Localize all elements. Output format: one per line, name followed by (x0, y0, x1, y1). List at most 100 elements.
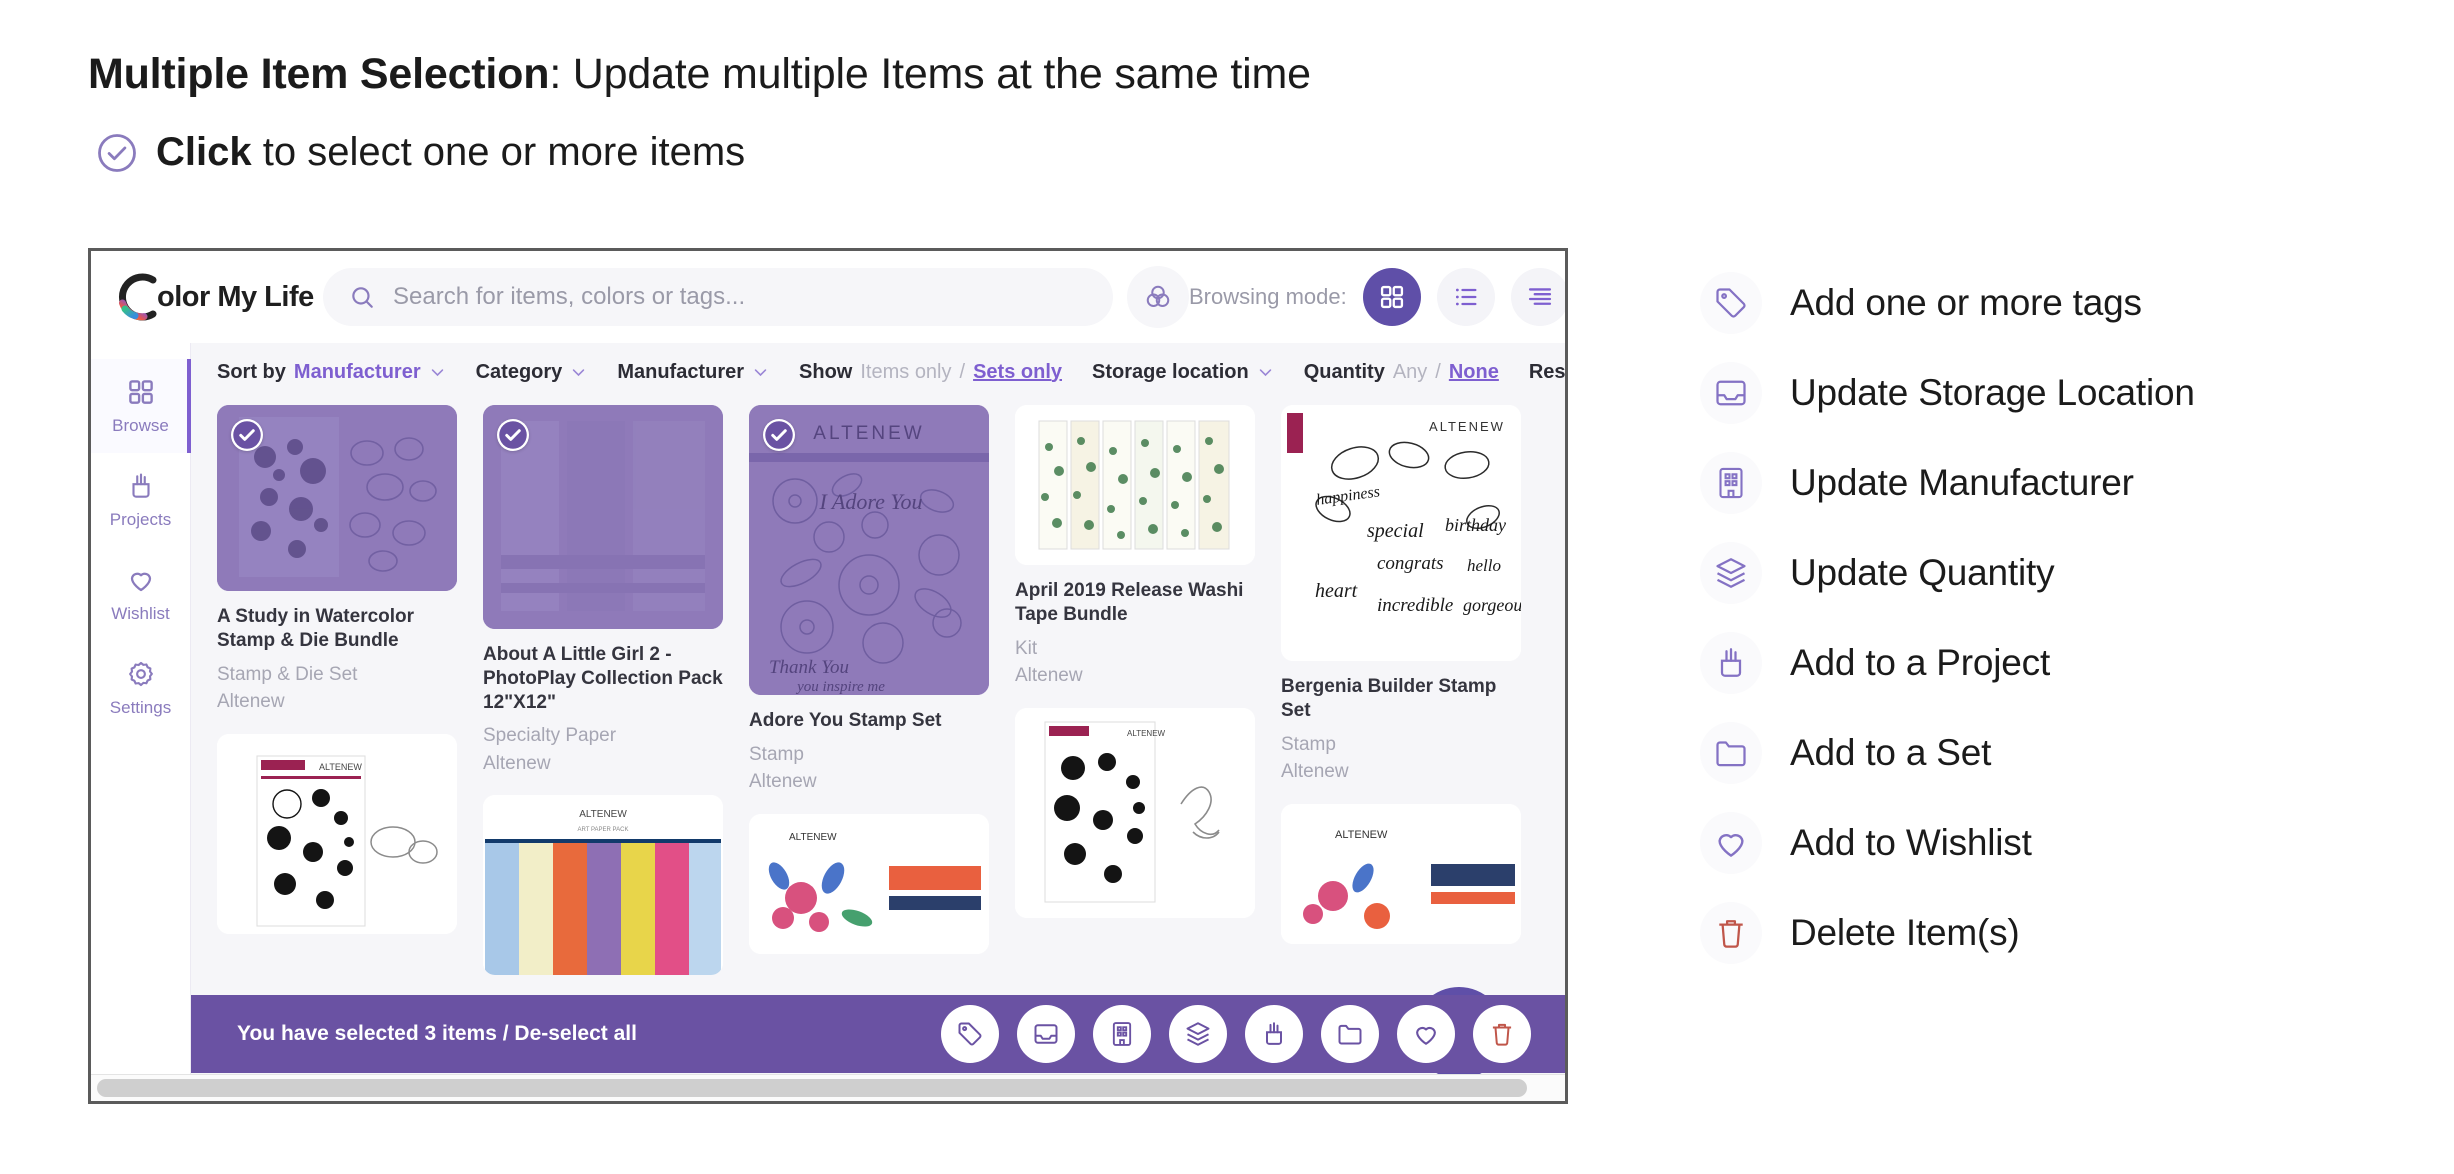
selection-status-text[interactable]: You have selected 3 items / De-select al… (237, 1022, 637, 1046)
show-label: Show (799, 360, 853, 383)
filter-quantity[interactable]: Quantity Any / None (1304, 361, 1499, 384)
legend-item-delete-items: Delete Item(s) (1700, 888, 2195, 978)
item-brand: Altenew (217, 691, 285, 713)
sidebar-label-settings: Settings (109, 697, 172, 717)
show-option-sets-only[interactable]: Sets only (973, 361, 1062, 384)
legend-label: Add to a Set (1790, 732, 1992, 773)
item-card[interactable]: ALTENEW (1281, 803, 1521, 944)
legend-item-add-to-wishlist: Add to Wishlist (1700, 798, 2195, 888)
show-separator: / (959, 360, 966, 383)
item-card[interactable]: ALTENEW ART PAPER PACK (483, 795, 723, 976)
logo-text: olor My Life (157, 280, 314, 313)
horizontal-scrollbar[interactable] (91, 1074, 1565, 1101)
show-option-items-only[interactable]: Items only (860, 361, 951, 384)
color-wheel-c-logo (113, 269, 169, 325)
app-window: olor My Life Browsing mode: (88, 248, 1568, 1104)
selected-check-badge (763, 419, 795, 451)
grid-column: ALTENEW I Adore You Thank You you inspir… (749, 405, 989, 993)
grid-column: About A Little Girl 2 - PhotoPlay Collec… (483, 405, 723, 993)
svg-text:hello: hello (1467, 556, 1501, 575)
browsing-mode-grid[interactable] (1362, 268, 1421, 326)
item-thumbnail[interactable]: ALTENEW happiness special birthday congr… (1281, 405, 1521, 661)
item-thumbnail[interactable]: ALTENEW (217, 733, 457, 934)
grid-icon (126, 377, 156, 407)
item-card[interactable]: ALTENEW (1015, 707, 1255, 918)
item-thumbnail[interactable] (483, 405, 723, 629)
action-update-manufacturer-button[interactable] (1093, 1005, 1151, 1063)
item-thumbnail[interactable] (1015, 405, 1255, 565)
browsing-mode-list[interactable] (1436, 268, 1495, 326)
instruction-line: Click to select one or more items (96, 130, 745, 175)
storage-location-label: Storage location (1092, 360, 1249, 383)
item-title: Bergenia Builder Stamp Set (1281, 676, 1497, 721)
item-card[interactable]: ALTENEW happiness special birthday congr… (1281, 405, 1521, 786)
chevron-down-icon (429, 364, 446, 381)
action-delete-items-button[interactable] (1473, 1005, 1531, 1063)
item-thumbnail[interactable]: ALTENEW (749, 405, 989, 695)
item-card[interactable]: About A Little Girl 2 - PhotoPlay Collec… (483, 405, 723, 777)
folder-icon (1700, 722, 1762, 784)
item-thumbnail[interactable]: ALTENEW ART PAPER PACK (483, 795, 723, 976)
action-update-storage-button[interactable] (1017, 1005, 1075, 1063)
action-add-to-wishlist-button[interactable] (1397, 1005, 1455, 1063)
filter-bar: Sort by Manufacturer Category Manufactur… (191, 343, 1565, 401)
svg-text:congrats: congrats (1377, 553, 1444, 574)
filter-category[interactable]: Category (476, 361, 588, 384)
item-card[interactable]: ALTENEW (217, 733, 457, 934)
list-view-icon (1452, 283, 1480, 311)
pencil-cup-icon (126, 471, 156, 501)
main-content: Sort by Manufacturer Category Manufactur… (191, 343, 1565, 1101)
filter-show[interactable]: Show Items only / Sets only (799, 361, 1062, 384)
check-circle-icon (96, 132, 138, 174)
svg-text:you inspire me: you inspire me (795, 679, 885, 695)
instruction-rest: to select one or more items (251, 130, 746, 174)
quantity-option-none[interactable]: None (1449, 361, 1499, 384)
app-logo[interactable]: olor My Life (113, 269, 323, 325)
item-type: Kit (1015, 637, 1038, 659)
sidebar-item-settings[interactable]: Settings (91, 641, 190, 735)
sidebar-item-browse[interactable]: Browse (91, 359, 191, 453)
layers-icon (1700, 542, 1762, 604)
legend-item-add-tags: Add one or more tags (1700, 258, 2195, 348)
bulk-action-bar: You have selected 3 items / De-select al… (191, 995, 1565, 1073)
color-circles-icon (1143, 282, 1173, 312)
legend-label: Add one or more tags (1790, 282, 2142, 323)
svg-text:ALTENEW: ALTENEW (319, 762, 362, 772)
quantity-separator: / (1435, 360, 1441, 383)
item-card[interactable]: ALTENEW (749, 813, 989, 954)
action-add-tags-button[interactable] (941, 1005, 999, 1063)
item-card[interactable]: April 2019 Release Washi Tape Bundle Kit… (1015, 405, 1255, 690)
browsing-mode-group: Browsing mode: (1189, 268, 1565, 326)
sidebar-label-wishlist: Wishlist (111, 603, 170, 623)
search-input[interactable] (391, 282, 1087, 312)
quantity-option-any[interactable]: Any (1393, 361, 1427, 384)
item-thumbnail[interactable]: ALTENEW (749, 813, 989, 954)
search-bar[interactable] (323, 268, 1113, 326)
action-add-to-set-button[interactable] (1321, 1005, 1379, 1063)
layers-icon (1184, 1020, 1212, 1048)
sidebar: Browse Projects Wishlist Settings (91, 343, 191, 1101)
reset-filters-button[interactable]: Reset filters (1529, 361, 1565, 384)
item-thumbnail[interactable]: ALTENEW (1015, 707, 1255, 918)
item-thumbnail[interactable]: ALTENEW (1281, 803, 1521, 944)
action-update-quantity-button[interactable] (1169, 1005, 1227, 1063)
filter-storage-location[interactable]: Storage location (1092, 361, 1274, 384)
folder-icon (1336, 1020, 1364, 1048)
svg-text:ALTENEW: ALTENEW (789, 832, 837, 843)
search-icon (349, 284, 375, 310)
sidebar-label-projects: Projects (109, 509, 172, 529)
item-card[interactable]: ALTENEW (749, 405, 989, 796)
color-filter-button[interactable] (1127, 266, 1189, 328)
filter-manufacturer[interactable]: Manufacturer (617, 361, 769, 384)
scrollbar-thumb[interactable] (97, 1079, 1527, 1097)
sidebar-item-projects[interactable]: Projects (91, 453, 190, 547)
browsing-mode-detail[interactable] (1510, 268, 1565, 326)
item-thumbnail[interactable] (217, 405, 457, 591)
grid-column: April 2019 Release Washi Tape Bundle Kit… (1015, 405, 1255, 993)
building-icon (1700, 452, 1762, 514)
item-card[interactable]: A Study in Watercolor Stamp & Die Bundle… (217, 405, 457, 716)
sidebar-item-wishlist[interactable]: Wishlist (91, 547, 190, 641)
item-title: April 2019 Release Washi Tape Bundle (1015, 580, 1244, 625)
action-add-to-project-button[interactable] (1245, 1005, 1303, 1063)
filter-sort-by[interactable]: Sort by Manufacturer (217, 361, 446, 384)
